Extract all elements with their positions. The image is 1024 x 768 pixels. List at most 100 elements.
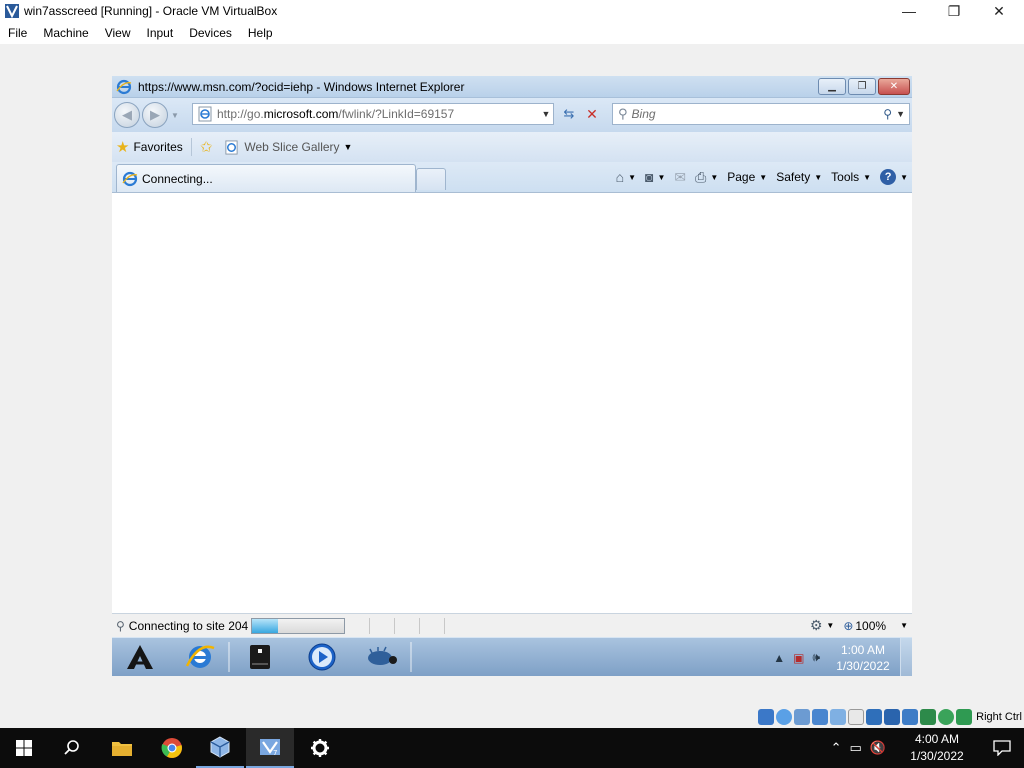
- vrde-icon[interactable]: [902, 709, 919, 725]
- shared-folders-icon[interactable]: [848, 709, 865, 725]
- menu-view[interactable]: View: [97, 22, 139, 44]
- recent-pages-dropdown[interactable]: ▼: [168, 111, 182, 120]
- guest-clock[interactable]: 1:00 AM 1/30/2022: [828, 642, 898, 674]
- show-desktop-button[interactable]: [900, 638, 912, 676]
- usb-icon[interactable]: [830, 709, 847, 725]
- page-content-area[interactable]: [112, 192, 912, 613]
- page-menu-button[interactable]: Page ▼: [727, 170, 767, 184]
- close-button[interactable]: ✕: [976, 0, 1022, 22]
- search-options-dropdown-icon[interactable]: ▼: [896, 109, 905, 119]
- home-icon: ⌂: [615, 169, 625, 185]
- refresh-button[interactable]: ⇆: [559, 105, 579, 123]
- web-slice-gallery-link[interactable]: Web Slice Gallery ▼: [220, 136, 356, 158]
- search-box[interactable]: ⚲ Bing ⚲ ▼: [612, 103, 910, 125]
- host-clock-date: 1/30/2022: [910, 749, 964, 763]
- host-search-button[interactable]: [48, 728, 96, 768]
- search-input[interactable]: Bing: [632, 107, 884, 121]
- virtualbox-manager-button[interactable]: [196, 728, 244, 768]
- chevron-down-icon: ▼: [710, 172, 719, 182]
- favorites-button[interactable]: ★ Favorites: [112, 136, 187, 158]
- notification-icon: [993, 740, 1011, 756]
- menu-machine[interactable]: Machine: [35, 22, 96, 44]
- minimize-button[interactable]: —: [886, 0, 932, 22]
- forward-button[interactable]: ▶: [142, 102, 168, 128]
- chevron-down-icon: ▼: [628, 172, 636, 182]
- add-to-favorites-bar-button[interactable]: ✩: [196, 136, 221, 158]
- back-button[interactable]: ◀: [114, 102, 140, 128]
- network-bug-icon: [368, 646, 397, 665]
- ie-close-button[interactable]: ✕: [878, 78, 910, 95]
- read-mail-button[interactable]: ✉: [674, 169, 686, 186]
- network-icon[interactable]: [812, 709, 829, 725]
- address-bar[interactable]: http://go.microsoft.com/fwlink/?LinkId=6…: [192, 103, 554, 125]
- start-button[interactable]: [0, 728, 48, 768]
- recording-icon[interactable]: [884, 709, 901, 725]
- zoom-button[interactable]: ⊕ 100% ▼: [843, 619, 908, 633]
- ie-restore-button[interactable]: ❐: [848, 78, 876, 95]
- maximize-button[interactable]: ❐: [931, 0, 977, 22]
- network-error-icon[interactable]: ▣: [793, 651, 804, 665]
- cpu-icon[interactable]: [920, 709, 937, 725]
- virtualbox-statusbar: Right Ctrl: [0, 706, 1024, 728]
- zoom-icon: ⊕: [843, 618, 854, 633]
- address-dropdown-icon[interactable]: ▼: [539, 109, 553, 119]
- menu-devices[interactable]: Devices: [181, 22, 240, 44]
- search-go-icon[interactable]: ⚲: [883, 107, 892, 121]
- tab-connecting[interactable]: Connecting...: [116, 164, 416, 192]
- window-title: win7asscreed [Running] - Oracle VM Virtu…: [24, 4, 278, 18]
- web-slice-gallery-label: Web Slice Gallery: [244, 140, 340, 154]
- stop-button[interactable]: ✕: [582, 105, 602, 123]
- menu-input[interactable]: Input: [139, 22, 182, 44]
- volume-muted-icon[interactable]: 🔇: [870, 740, 886, 756]
- host-clock[interactable]: 4:00 AM 1/30/2022: [900, 731, 974, 765]
- virtualbox-vm-window-button[interactable]: 7: [246, 728, 294, 768]
- guest-screen[interactable]: https://www.msn.com/?ocid=iehp - Windows…: [112, 76, 912, 676]
- optical-drive-icon[interactable]: [776, 709, 793, 725]
- zoom-level: 100%: [855, 618, 887, 633]
- taskbar-drive[interactable]: [234, 640, 286, 674]
- volume-icon[interactable]: 🕪: [812, 650, 820, 665]
- safety-menu-button[interactable]: Safety ▼: [776, 170, 822, 184]
- status-separator: [418, 617, 420, 634]
- show-hidden-icons-icon[interactable]: ▲: [773, 651, 785, 665]
- guest-additions-icon[interactable]: [938, 709, 955, 725]
- print-button[interactable]: ⎙ ▼: [695, 169, 718, 186]
- taskbar-network-tool[interactable]: [356, 640, 408, 674]
- settings-button[interactable]: [296, 728, 344, 768]
- chevron-down-icon: ▼: [900, 621, 908, 630]
- help-icon: ?: [880, 169, 897, 185]
- ie-minimize-button[interactable]: ▁: [818, 78, 846, 95]
- host-system-tray: ⌃ ▭ 🔇 4:00 AM 1/30/2022: [831, 728, 1024, 768]
- action-center-button[interactable]: [980, 728, 1024, 768]
- ie-navigation-bar: ◀ ▶ ▼ http://go.microsoft.com/fwlink/?Li…: [112, 98, 912, 132]
- mouse-integration-icon[interactable]: [956, 709, 973, 725]
- taskbar-internet-explorer[interactable]: [174, 640, 226, 674]
- help-menu-button[interactable]: ? ▼: [880, 169, 908, 185]
- virtualbox-icon: [210, 736, 230, 758]
- address-url[interactable]: http://go.microsoft.com/fwlink/?LinkId=6…: [217, 107, 539, 121]
- chevron-down-icon: ▼: [343, 142, 353, 152]
- new-tab-button[interactable]: [416, 168, 446, 190]
- home-button[interactable]: ⌂ ▼: [616, 169, 636, 185]
- file-explorer-button[interactable]: [98, 728, 146, 768]
- chevron-down-icon: ▼: [900, 172, 908, 182]
- chevron-down-icon: ▼: [863, 172, 872, 182]
- printer-icon: ⎙: [695, 168, 707, 185]
- status-separator: [443, 617, 445, 634]
- menu-file[interactable]: File: [0, 22, 35, 44]
- show-hidden-icons-icon[interactable]: ⌃: [831, 740, 842, 756]
- feeds-button[interactable]: ◙ ▼: [645, 169, 665, 185]
- security-zone-button[interactable]: ⚙ ▼: [810, 617, 834, 634]
- tools-menu-button[interactable]: Tools ▼: [831, 170, 871, 184]
- chrome-button[interactable]: [148, 728, 196, 768]
- search-icon: [64, 740, 79, 755]
- taskbar-assassins-creed[interactable]: [114, 640, 166, 674]
- hard-disk-icon[interactable]: [758, 709, 775, 725]
- menu-help[interactable]: Help: [240, 22, 281, 44]
- network-icon[interactable]: ▭: [850, 740, 862, 756]
- svg-text:7: 7: [273, 749, 277, 757]
- display-icon[interactable]: [866, 709, 883, 725]
- audio-icon[interactable]: [794, 709, 811, 725]
- ie-window-title: https://www.msn.com/?ocid=iehp - Windows…: [138, 79, 465, 94]
- taskbar-media-player[interactable]: [296, 640, 348, 674]
